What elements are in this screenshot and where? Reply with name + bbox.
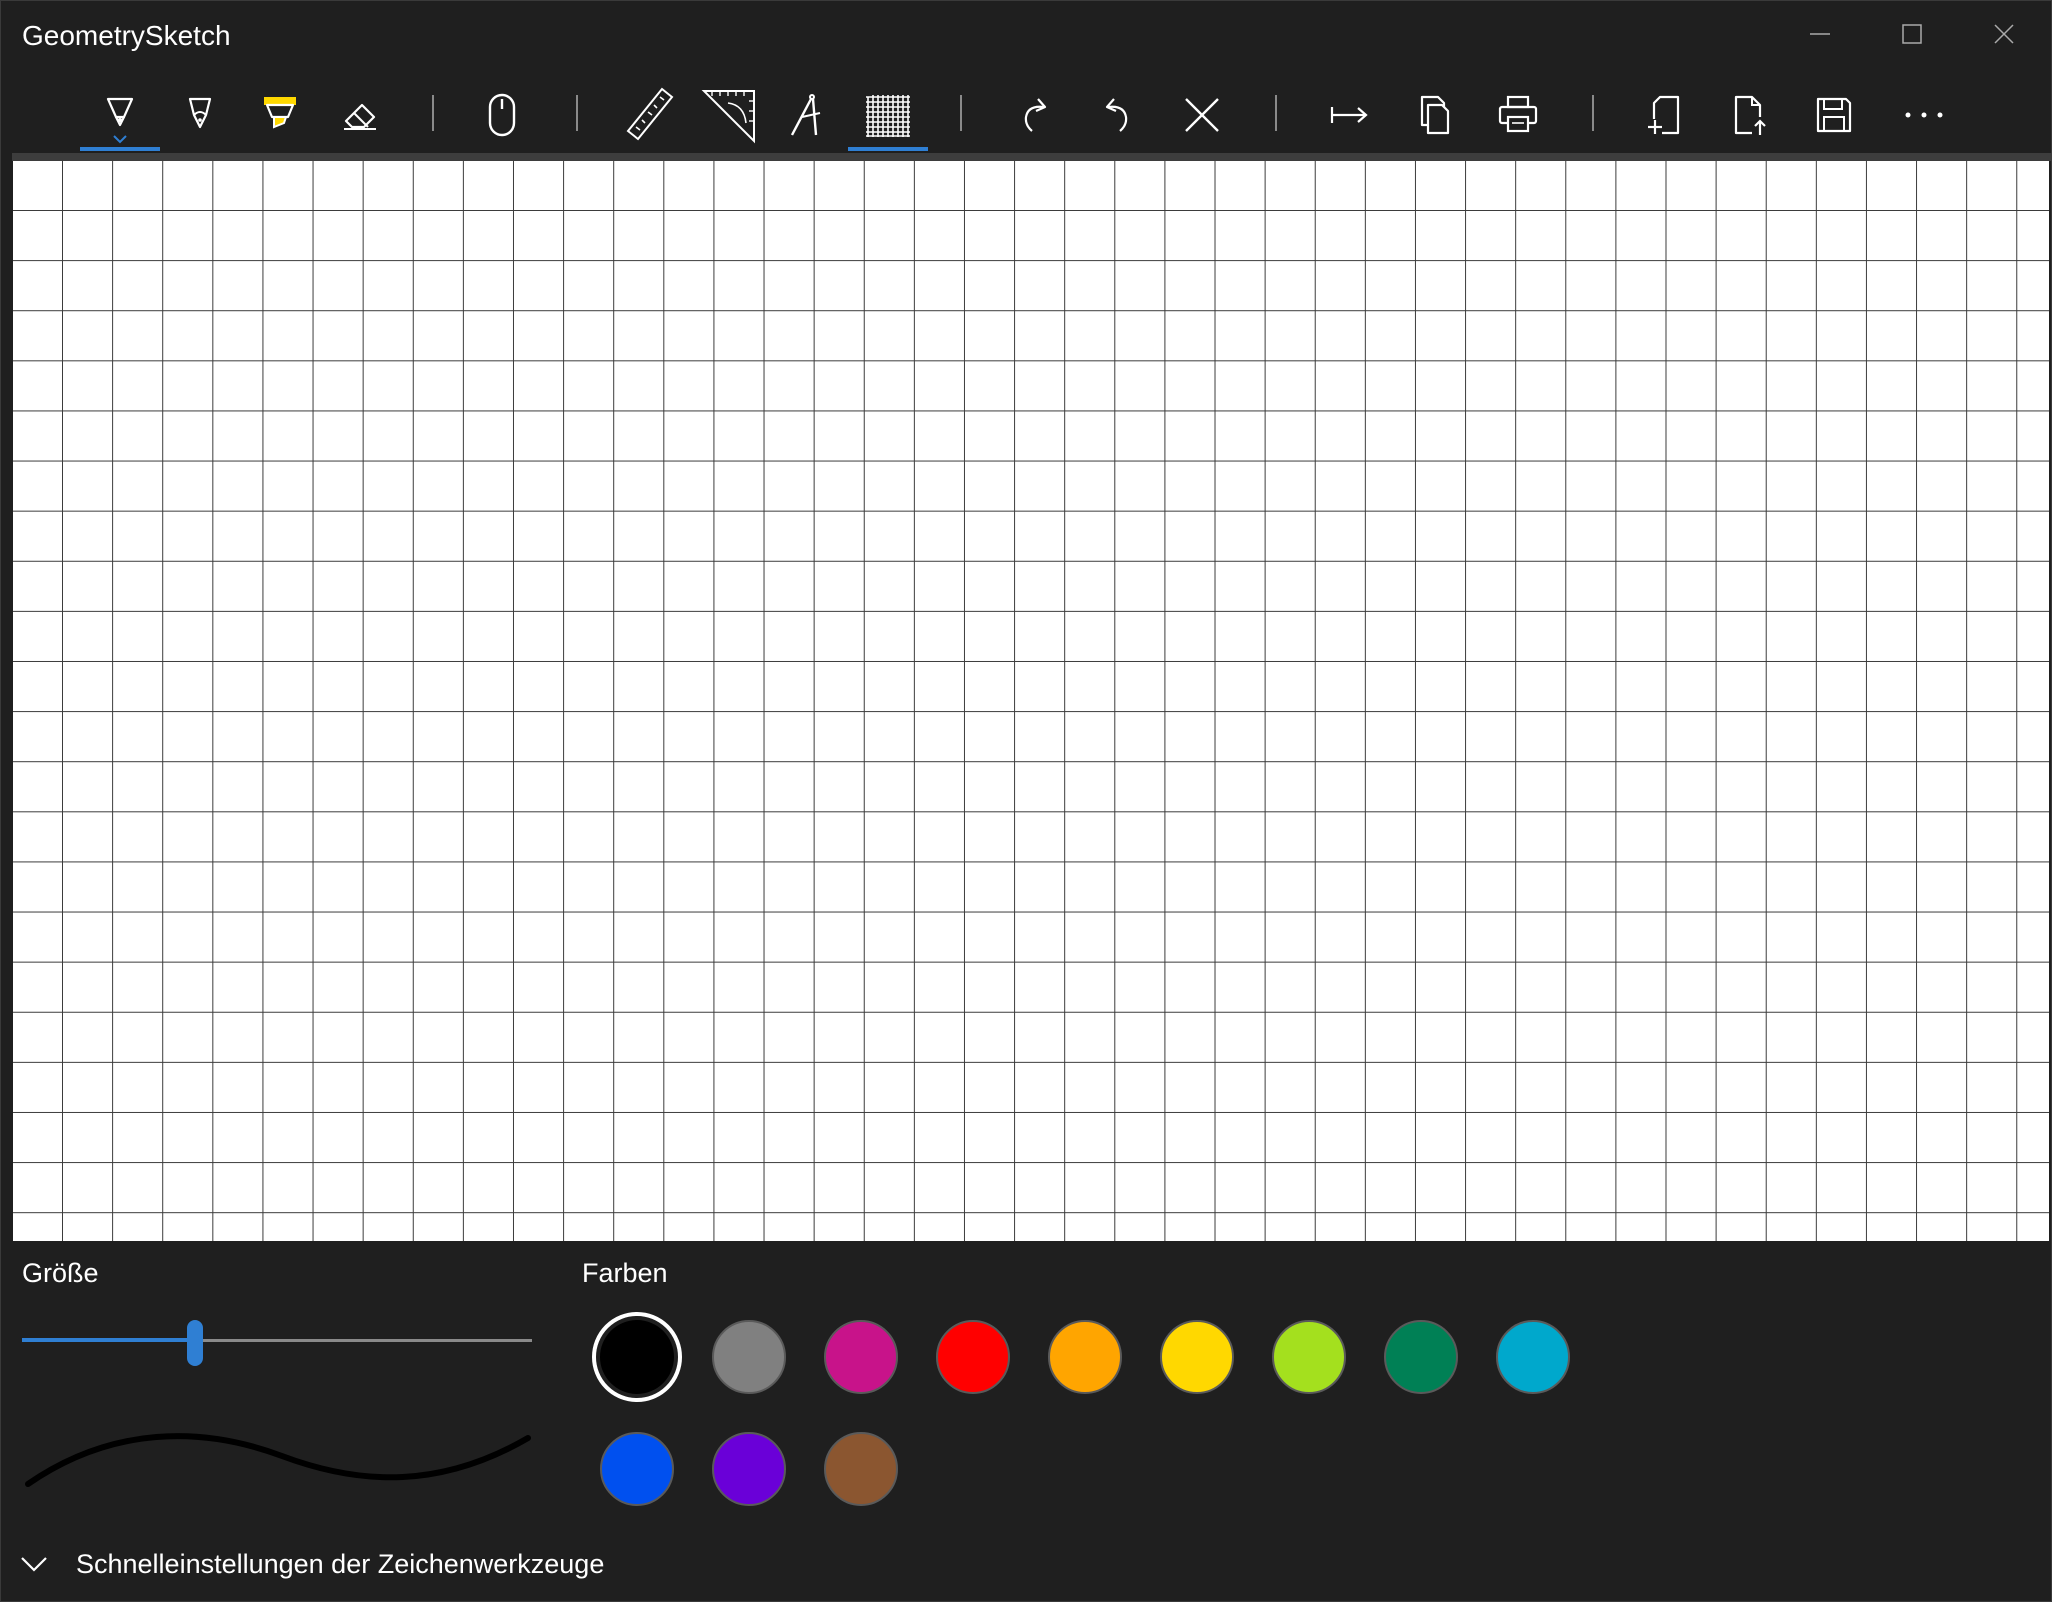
set-square-icon [701, 90, 755, 144]
color-swatch[interactable] [1384, 1320, 1458, 1394]
export-button[interactable] [1710, 75, 1790, 155]
minimize-icon [1810, 33, 1830, 35]
size-label: Größe [22, 1258, 99, 1288]
grid-icon [866, 95, 910, 137]
clear-button[interactable] [1162, 75, 1242, 155]
extend-canvas-button[interactable] [1310, 75, 1390, 155]
color-swatch[interactable] [936, 1320, 1010, 1394]
more-button[interactable] [1884, 75, 1964, 155]
toolbar [0, 75, 2052, 155]
undo-button[interactable] [1078, 75, 1158, 155]
undo-icon [1105, 98, 1128, 132]
color-swatch[interactable] [712, 1320, 786, 1394]
pencil-icon [188, 97, 212, 129]
color-swatch[interactable] [600, 1432, 674, 1506]
export-icon [1734, 95, 1766, 135]
chevron-down-icon [21, 1557, 47, 1572]
stroke-preview [25, 1433, 531, 1487]
title-bar: GeometrySketch [0, 0, 2052, 75]
print-icon [1498, 95, 1538, 133]
toolbar-separator [1592, 95, 1594, 131]
slider-fill [22, 1338, 196, 1342]
eraser-icon [344, 103, 376, 130]
compass-icon [790, 94, 821, 136]
more-icon [1905, 112, 1943, 118]
color-swatch[interactable] [824, 1320, 898, 1394]
active-tool-indicator [848, 147, 928, 151]
maximize-button[interactable] [1866, 0, 1958, 68]
copy-icon [1420, 95, 1450, 135]
toolbar-divider [12, 153, 2052, 161]
new-document-button[interactable] [1626, 75, 1706, 155]
color-swatch[interactable] [824, 1432, 898, 1506]
quick-settings-label: Schnelleinstellungen der Zeichenwerkzeug… [76, 1548, 605, 1579]
redo-icon [1024, 98, 1047, 132]
new-document-icon [1648, 95, 1680, 135]
pen-tool-button[interactable] [80, 75, 160, 155]
drawing-canvas[interactable] [13, 161, 2049, 1241]
quick-settings-toggle[interactable]: Schnelleinstellungen der Zeichenwerkzeug… [20, 1546, 604, 1582]
toolbar-separator [576, 95, 578, 131]
ruler-icon [626, 87, 674, 141]
mouse-input-button[interactable] [462, 75, 542, 155]
pencil-tool-button[interactable] [160, 75, 240, 155]
toolbar-separator [960, 95, 962, 131]
save-icon [1816, 97, 1852, 133]
extend-canvas-icon [1330, 107, 1368, 123]
toolbar-separator [432, 95, 434, 131]
chevron-down-icon [113, 135, 127, 144]
clear-icon [1185, 98, 1219, 132]
slider-thumb[interactable] [187, 1320, 204, 1366]
close-button[interactable] [1958, 0, 2050, 68]
redo-button[interactable] [994, 75, 1074, 155]
highlighter-icon [264, 97, 296, 129]
color-swatch[interactable] [1272, 1320, 1346, 1394]
size-slider[interactable] [22, 1320, 532, 1366]
active-tool-indicator [80, 147, 160, 151]
ruler-tool-button[interactable] [608, 75, 688, 155]
color-swatch[interactable] [592, 1312, 682, 1402]
close-icon [1994, 24, 2014, 44]
minimize-button[interactable] [1774, 0, 1866, 68]
color-swatch[interactable] [1160, 1320, 1234, 1394]
grid-toggle-button[interactable] [848, 75, 928, 155]
copy-button[interactable] [1394, 75, 1474, 155]
maximize-icon [1902, 24, 1922, 44]
color-swatch[interactable] [712, 1432, 786, 1506]
app-title: GeometrySketch [22, 20, 231, 51]
compass-tool-button[interactable] [768, 75, 848, 155]
set-square-tool-button[interactable] [688, 75, 768, 155]
eraser-tool-button[interactable] [320, 75, 400, 155]
save-button[interactable] [1794, 75, 1874, 155]
color-swatch[interactable] [1496, 1320, 1570, 1394]
highlighter-tool-button[interactable] [240, 75, 320, 155]
print-button[interactable] [1478, 75, 1558, 155]
color-swatch[interactable] [1048, 1320, 1122, 1394]
pen-icon [106, 97, 134, 127]
toolbar-separator [1275, 95, 1277, 131]
colors-label: Farben [582, 1258, 668, 1288]
mouse-icon [488, 93, 516, 137]
